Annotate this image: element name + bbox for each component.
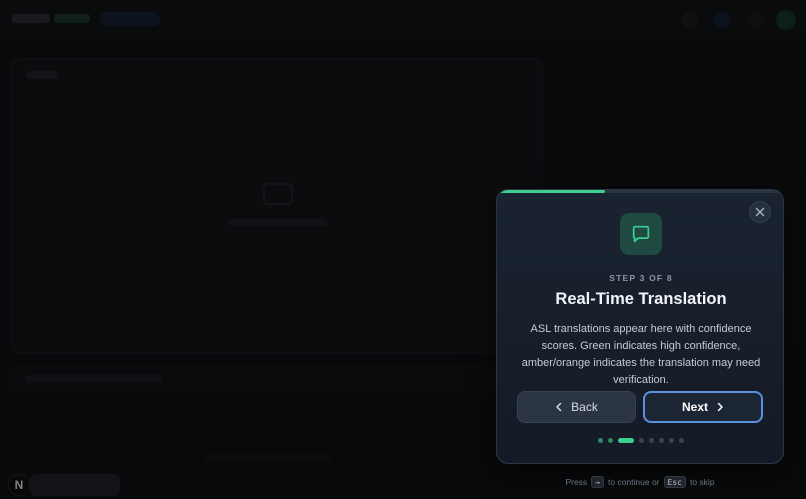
app-root: N STEP 3 OF 8 Real-Time Translation ASL … [0,0,806,499]
tour-progress-track [497,190,783,193]
tour-progress-fill [497,190,605,193]
close-button[interactable] [749,201,771,223]
step-dot-8[interactable] [679,438,684,443]
hint-press: Press [565,477,588,487]
chevron-right-icon [717,402,723,412]
step-dot-5[interactable] [649,438,654,443]
tour-modal: STEP 3 OF 8 Real-Time Translation ASL tr… [496,189,784,464]
step-dot-7[interactable] [669,438,674,443]
hint-skip: to skip [689,477,715,487]
arrow-key-badge: → [591,476,604,488]
tour-title: Real-Time Translation [555,290,727,308]
close-icon [755,207,765,217]
step-dot-2[interactable] [608,438,613,443]
back-button-label: Back [571,400,598,414]
step-dots [497,438,783,443]
chat-bubble-icon [632,225,650,243]
esc-key-badge: Esc [663,476,686,488]
tour-description: ASL translations appear here with confid… [521,323,761,386]
back-button[interactable]: Back [517,391,636,423]
step-dot-1[interactable] [598,438,603,443]
keyboard-hint: Press → to continue or Esc to skip [496,476,784,488]
next-button[interactable]: Next [643,391,763,423]
chevron-left-icon [556,402,562,412]
step-dot-6[interactable] [659,438,664,443]
step-dot-3[interactable] [618,438,634,443]
next-button-label: Next [681,400,708,414]
step-indicator: STEP 3 OF 8 [609,273,673,283]
feature-icon-tile [620,213,662,255]
hint-continue: to continue or [608,477,660,487]
step-dot-4[interactable] [639,438,644,443]
